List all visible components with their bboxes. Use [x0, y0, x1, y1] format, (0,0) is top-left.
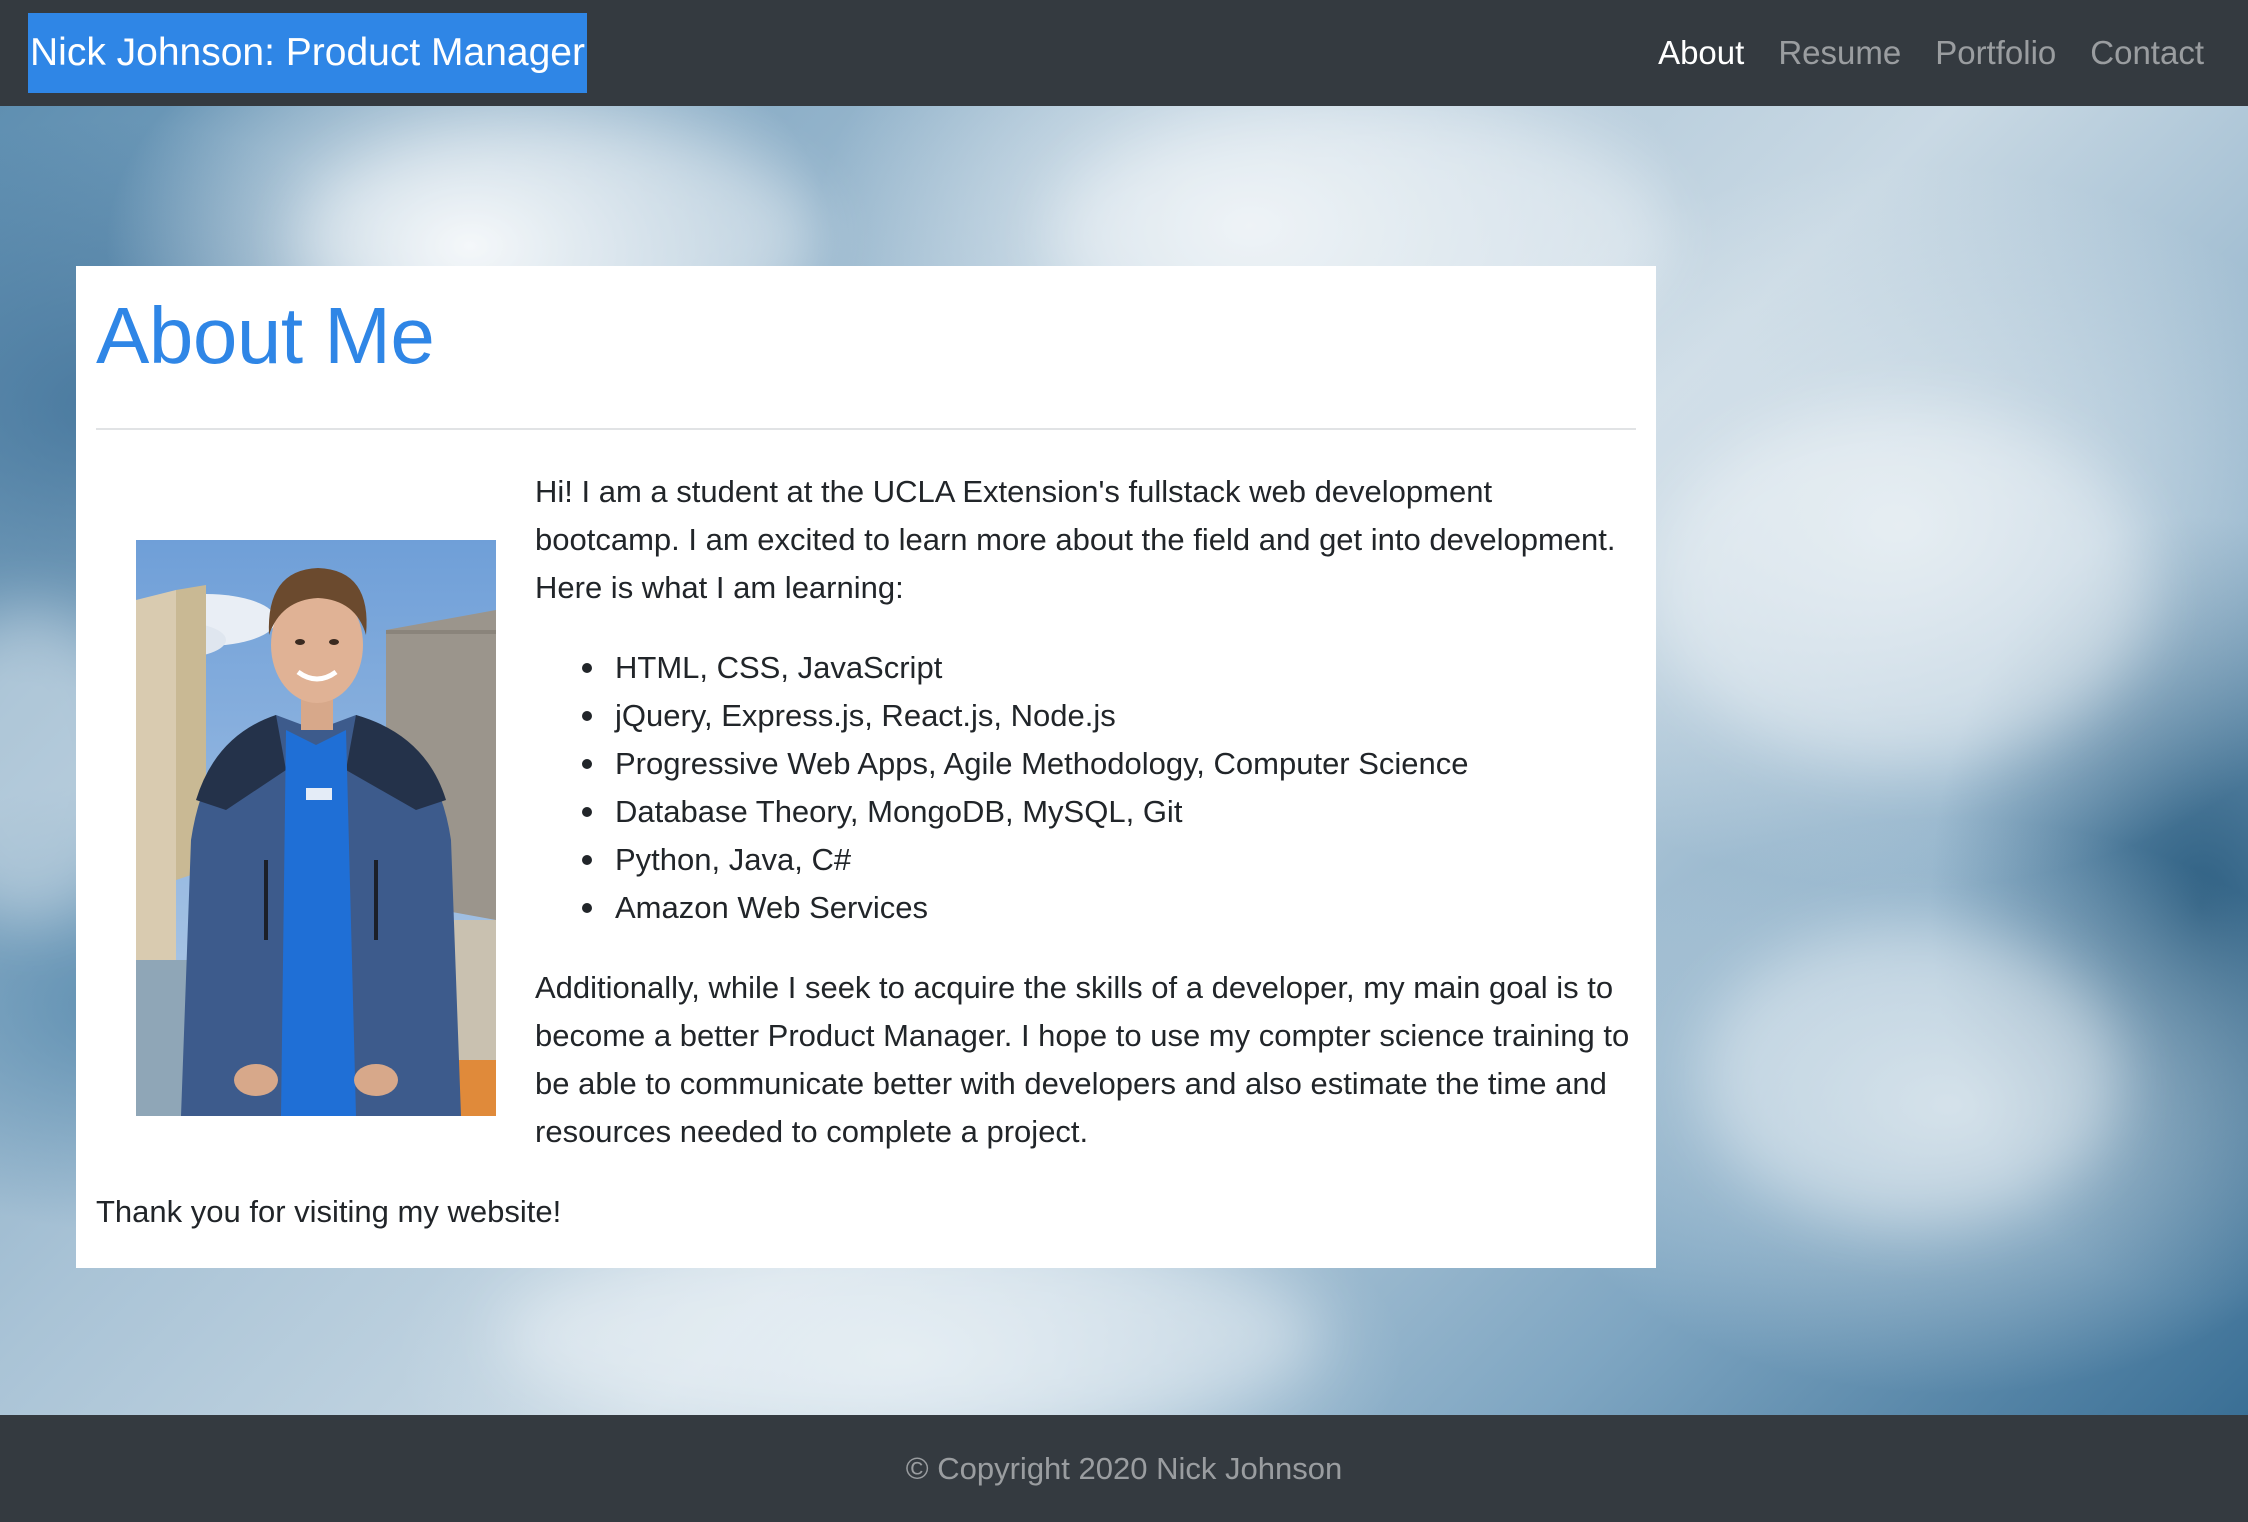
intro-paragraph: Hi! I am a student at the UCLA Extension… [535, 474, 1616, 605]
about-card: About Me Hi! I am a student at the UCLA … [76, 266, 1656, 1268]
thanks-text: Thank you for visiting my website! [96, 1194, 562, 1229]
about-title: About Me [96, 291, 435, 380]
list-item: Python, Java, C# [582, 836, 1636, 884]
nav-link-resume[interactable]: Resume [1778, 34, 1901, 72]
nav-link-about[interactable]: About [1658, 34, 1744, 72]
nav-link-contact[interactable]: Contact [2090, 34, 2204, 72]
title-divider [96, 428, 1636, 430]
list-item: Progressive Web Apps, Agile Methodology,… [582, 740, 1636, 788]
footer: © Copyright 2020 Nick Johnson [0, 1415, 2248, 1522]
nav-links: About Resume Portfolio Contact [1658, 34, 2220, 72]
profile-photo [136, 540, 496, 1116]
about-text: Hi! I am a student at the UCLA Extension… [535, 468, 1636, 1156]
copyright-text: © Copyright 2020 Nick Johnson [905, 1450, 1343, 1486]
list-item: HTML, CSS, JavaScript [582, 644, 1636, 692]
about-body: Hi! I am a student at the UCLA Extension… [96, 468, 1636, 1236]
nav-link-portfolio[interactable]: Portfolio [1935, 34, 2056, 72]
goal-paragraph: Additionally, while I seek to acquire th… [535, 970, 1630, 1149]
list-item: Database Theory, MongoDB, MySQL, Git [582, 788, 1636, 836]
list-item: jQuery, Express.js, React.js, Node.js [582, 692, 1636, 740]
brand-link[interactable]: Nick Johnson: Product Manager [28, 13, 587, 93]
skills-list: HTML, CSS, JavaScript jQuery, Express.js… [535, 644, 1636, 932]
list-item: Amazon Web Services [582, 884, 1636, 932]
navbar: Nick Johnson: Product Manager About Resu… [0, 0, 2248, 106]
